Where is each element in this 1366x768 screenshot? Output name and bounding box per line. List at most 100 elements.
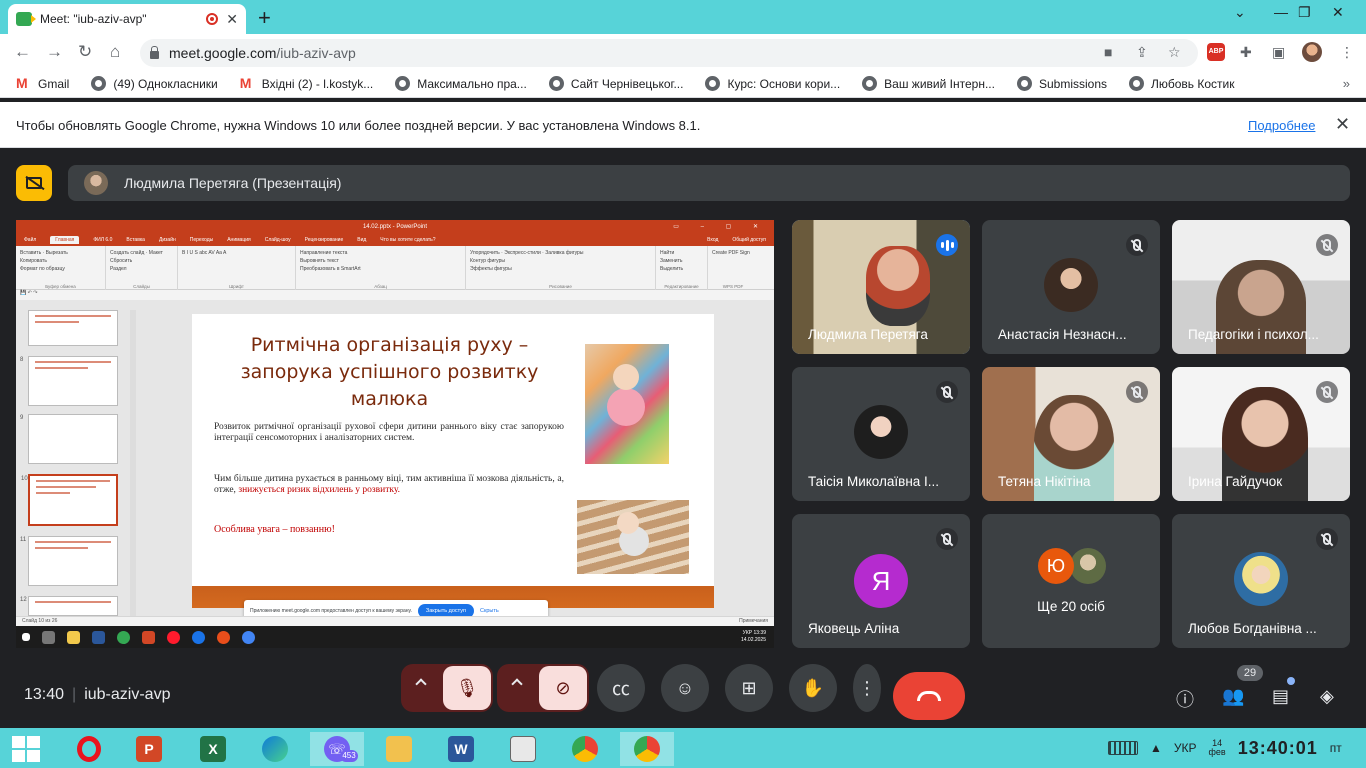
taskbar-excel[interactable]: X — [186, 732, 240, 766]
profile-avatar[interactable] — [1302, 42, 1322, 62]
address-bar[interactable]: meet.google.com/iub-aziv-avp — [140, 39, 1198, 67]
mic-off-icon — [1316, 528, 1338, 550]
presentation-indicator-icon[interactable] — [16, 165, 52, 201]
globe-icon — [862, 76, 878, 91]
raise-hand-button[interactable]: ✋ — [789, 664, 837, 712]
side-panel-icon[interactable]: ▣ — [1272, 44, 1285, 61]
ribbon-group: Вставить · Вырезать Копировать Формат по о… — [16, 246, 106, 290]
participant-name: Людмила Перетяга — [808, 327, 928, 342]
taskbar-document[interactable] — [496, 732, 550, 766]
bookmark-item[interactable]: Любовь Костик — [1129, 76, 1235, 91]
video-options-icon[interactable] — [511, 678, 523, 690]
globe-icon — [395, 76, 411, 91]
slide-thumbnail[interactable]: 9 — [20, 414, 118, 464]
viber-unread-badge: 453 — [340, 750, 358, 762]
system-tray: ▲ УКР 14 фев 13:40:01 пт — [1108, 728, 1342, 768]
slide-thumbnail[interactable]: 8 — [20, 356, 118, 406]
slide-thumbnail[interactable] — [28, 310, 118, 346]
infobar-close-icon[interactable]: ✕ — [1335, 114, 1350, 135]
participant-tile[interactable]: Любов Богданівна ... — [1172, 514, 1350, 648]
participant-tile[interactable]: Ірина Гайдучок — [1172, 367, 1350, 501]
taskbar-word[interactable]: W — [434, 732, 488, 766]
bookmark-item[interactable]: Курс: Основи кори... — [705, 76, 840, 91]
participant-initial-avatar: Ю — [1038, 548, 1074, 584]
reload-icon[interactable]: ↻ — [78, 42, 92, 62]
tray-clock[interactable]: 13:40:01 — [1238, 738, 1318, 759]
taskbar-viber[interactable]: ☏ — [310, 732, 364, 766]
home-icon[interactable]: ⌂ — [110, 42, 120, 62]
audio-options-icon[interactable] — [415, 678, 427, 690]
touch-keyboard-icon[interactable] — [1108, 741, 1138, 755]
meeting-info-icon[interactable]: ⓘ — [1176, 686, 1194, 712]
taskbar-explorer[interactable] — [372, 732, 426, 766]
input-language[interactable]: УКР — [1174, 741, 1197, 755]
slide-title: Ритмічна організація руху – запорука усп… — [240, 334, 539, 410]
tray-overflow-icon[interactable]: ▲ — [1150, 741, 1162, 755]
captions-button[interactable]: ㏄ — [597, 664, 645, 712]
bookmark-item[interactable]: Gmail — [16, 75, 69, 91]
participant-tile[interactable]: Анастасія Незнасн... — [982, 220, 1160, 354]
share-icon[interactable]: ⇪ — [1136, 44, 1148, 61]
explorer-icon — [67, 630, 80, 644]
bookmark-item[interactable]: Submissions — [1016, 76, 1107, 91]
bookmarks-overflow-icon[interactable]: » — [1343, 76, 1350, 91]
camera-permission-icon[interactable]: ■ — [1104, 44, 1112, 60]
more-options-button[interactable]: ⋮ — [853, 664, 881, 712]
restore-button[interactable]: ❐ — [1298, 4, 1311, 21]
tab-meet[interactable]: Meet: "iub-aziv-avp" ✕ — [8, 4, 246, 34]
new-tab-button[interactable]: + — [258, 5, 271, 31]
browser-icon — [192, 630, 205, 644]
infobar-message: Чтобы обновлять Google Chrome, нужна Win… — [16, 118, 701, 133]
chrome-icon — [117, 630, 130, 644]
adblock-extension-icon[interactable]: ABP — [1207, 43, 1225, 61]
taskbar-opera[interactable] — [62, 732, 116, 766]
slide-thumbnail[interactable]: 11 — [20, 536, 118, 586]
taskbar-edge[interactable] — [248, 732, 302, 766]
activities-icon[interactable]: ◈ — [1320, 686, 1334, 707]
bookmark-item[interactable]: Вхідні (2) - l.kostyk... — [240, 75, 374, 91]
mic-toggle-button[interactable]: 🎙 — [443, 666, 491, 710]
reactions-button[interactable]: ☺ — [661, 664, 709, 712]
minimize-button[interactable]: — — [1274, 4, 1288, 20]
people-count-badge: 29 — [1237, 665, 1263, 681]
taskbar-chrome-meet[interactable] — [620, 732, 674, 766]
back-icon[interactable]: ← — [14, 42, 31, 62]
taskbar-powerpoint[interactable]: P — [122, 732, 176, 766]
close-tab-icon[interactable]: ✕ — [226, 11, 238, 28]
windows-start-icon[interactable] — [12, 736, 40, 762]
ribbon-group: Найти Заменить Выделить Редактирование — [656, 246, 708, 290]
slide-thumbnail[interactable]: 12 — [20, 596, 118, 616]
forward-icon[interactable]: → — [46, 42, 63, 62]
participant-avatar — [1044, 258, 1098, 312]
close-window-button[interactable]: ✕ — [1332, 4, 1344, 21]
more-participants-tile[interactable]: Ю Ще 20 осіб — [982, 514, 1160, 648]
participant-avatar — [1234, 552, 1288, 606]
bookmark-item[interactable]: Ваш живий Інтерн... — [862, 76, 995, 91]
lock-icon[interactable] — [150, 45, 159, 59]
mic-off-icon — [1126, 234, 1148, 256]
meeting-time: 13:40 — [24, 686, 65, 703]
participant-tile[interactable]: Людмила Перетяга — [792, 220, 970, 354]
people-icon[interactable]: 👥 — [1222, 686, 1244, 707]
bookmark-item[interactable]: Максимально пра... — [395, 76, 527, 91]
tab-search-icon[interactable]: ⌄ — [1234, 4, 1246, 21]
extensions-icon[interactable]: ✚ — [1240, 44, 1252, 61]
hide-notice-button[interactable]: Скрыть — [480, 608, 499, 614]
chrome-menu-icon[interactable]: ⋮ — [1340, 44, 1354, 61]
participant-tile[interactable]: Я Яковець Аліна — [792, 514, 970, 648]
participant-tile[interactable]: Педагогіки і психол... — [1172, 220, 1350, 354]
ribbon-group: Направление текста Выровнять текст Преобра… — [296, 246, 466, 290]
participant-tile[interactable]: Таісія Миколаївна І... — [792, 367, 970, 501]
present-button[interactable]: ⊞ — [725, 664, 773, 712]
infobar-more-link[interactable]: Подробнее — [1248, 118, 1315, 133]
bookmark-item[interactable]: (49) Однокласники — [91, 76, 218, 91]
taskbar-chrome[interactable] — [558, 732, 612, 766]
camera-toggle-button[interactable]: ⊘ — [539, 666, 587, 710]
bookmark-item[interactable]: Сайт Чернівецьког... — [548, 76, 683, 91]
chat-icon[interactable]: ▤ — [1272, 686, 1289, 707]
leave-call-button[interactable] — [893, 672, 965, 720]
participant-tile[interactable]: Тетяна Нікітіна — [982, 367, 1160, 501]
slide-thumbnail-selected[interactable]: 10 — [21, 474, 118, 526]
participant-name: Ірина Гайдучок — [1188, 474, 1283, 489]
bookmark-star-icon[interactable]: ☆ — [1168, 44, 1181, 61]
